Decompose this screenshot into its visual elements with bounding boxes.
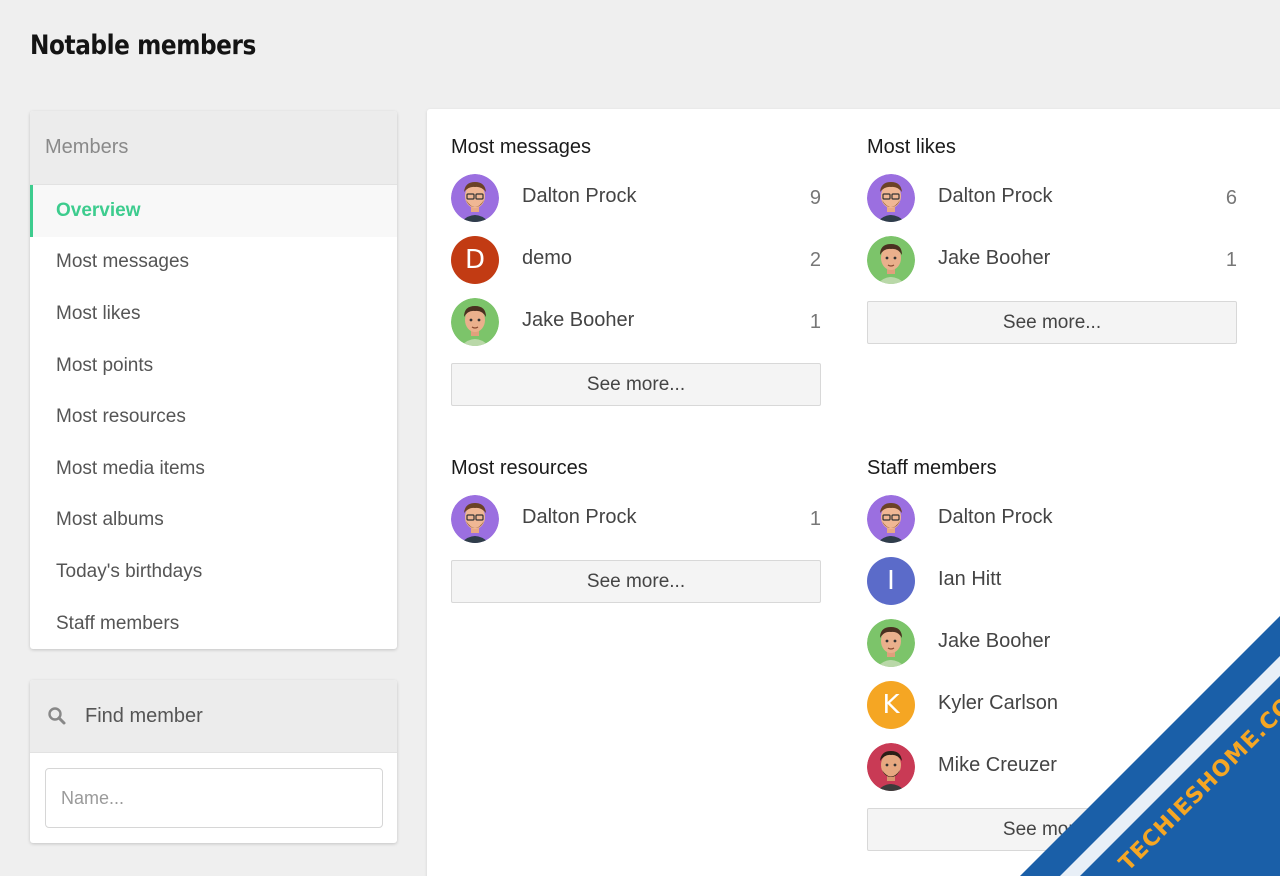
section-title: Staff members: [867, 457, 997, 479]
member-name-link[interactable]: Dalton Prock: [938, 506, 1053, 529]
member-name-link[interactable]: Dalton Prock: [522, 506, 637, 529]
member-count: 9: [809, 186, 821, 209]
avatar-mike-creuzer[interactable]: [867, 743, 915, 791]
find-member-title: Find member: [85, 704, 203, 727]
staff-members-section: Staff members Dalton Prock I Ian Hitt Ja…: [867, 457, 1237, 851]
member-name-link[interactable]: Dalton Prock: [938, 185, 1053, 208]
avatar-dalton-prock[interactable]: [451, 174, 499, 222]
avatar-jake-booher[interactable]: [867, 236, 915, 284]
nav-item-todays-birthdays[interactable]: Today's birthdays: [30, 546, 397, 598]
avatar-demo[interactable]: D: [451, 236, 499, 284]
member-row: Dalton Prock 6: [867, 167, 1237, 229]
find-member-input[interactable]: [45, 768, 383, 828]
member-count: 2: [809, 248, 821, 271]
member-name-link[interactable]: Ian Hitt: [938, 568, 1001, 591]
avatar-dalton-prock[interactable]: [451, 495, 499, 543]
nav-item-most-points[interactable]: Most points: [30, 340, 397, 392]
find-member-block: Find member: [30, 680, 397, 843]
nav-item-most-albums[interactable]: Most albums: [30, 495, 397, 547]
member-name-link[interactable]: Mike Creuzer: [938, 754, 1057, 777]
member-name-link[interactable]: Jake Booher: [522, 309, 634, 332]
members-nav-block: Members Overview Most messages Most like…: [30, 111, 397, 649]
see-more-button[interactable]: See more...: [867, 808, 1237, 851]
section-title: Most resources: [451, 457, 588, 479]
avatar-kyler-carlson[interactable]: K: [867, 681, 915, 729]
avatar-jake-booher[interactable]: [867, 619, 915, 667]
page-title: Notable members: [30, 30, 256, 61]
member-row: K Kyler Carlson: [867, 674, 1237, 736]
avatar-dalton-prock[interactable]: [867, 174, 915, 222]
most-likes-section: Most likes Dalton Prock 6 Jake Booher 1 …: [867, 136, 1237, 344]
avatar-letter: D: [464, 245, 486, 275]
member-count: 1: [1225, 248, 1237, 271]
member-row: Dalton Prock: [867, 488, 1237, 550]
nav-item-most-media-items[interactable]: Most media items: [30, 443, 397, 495]
nav-item-most-likes[interactable]: Most likes: [30, 288, 397, 340]
section-title: Most messages: [451, 136, 592, 158]
avatar-jake-booher[interactable]: [451, 298, 499, 346]
see-more-button[interactable]: See more...: [451, 363, 821, 406]
search-icon: [47, 706, 69, 726]
nav-item-most-messages[interactable]: Most messages: [30, 237, 397, 289]
nav-item-overview[interactable]: Overview: [30, 185, 397, 237]
find-member-header: Find member: [30, 680, 397, 753]
member-count: 1: [809, 507, 821, 530]
avatar-ian-hitt[interactable]: I: [867, 557, 915, 605]
see-more-button[interactable]: See more...: [867, 301, 1237, 344]
member-count: 1: [809, 310, 821, 333]
member-row: Dalton Prock 9: [451, 167, 821, 229]
member-row: Jake Booher: [867, 612, 1237, 674]
member-name-link[interactable]: Jake Booher: [938, 630, 1050, 653]
avatar-dalton-prock[interactable]: [867, 495, 915, 543]
nav-item-staff-members[interactable]: Staff members: [30, 598, 397, 649]
avatar-letter: K: [882, 690, 900, 720]
most-messages-section: Most messages Dalton Prock 9 D demo 2 Ja…: [451, 136, 821, 406]
member-row: Mike Creuzer: [867, 736, 1237, 798]
notable-members-panel: Most messages Dalton Prock 9 D demo 2 Ja…: [427, 109, 1280, 876]
see-more-button[interactable]: See more...: [451, 560, 821, 603]
member-name-link[interactable]: Dalton Prock: [522, 185, 637, 208]
member-row: Dalton Prock 1: [451, 488, 821, 550]
member-row: I Ian Hitt: [867, 550, 1237, 612]
member-row: Jake Booher 1: [451, 291, 821, 353]
member-name-link[interactable]: Kyler Carlson: [938, 692, 1058, 715]
members-nav-header: Members: [30, 111, 397, 185]
members-nav-list: Overview Most messages Most likes Most p…: [30, 185, 397, 649]
member-name-link[interactable]: demo: [522, 247, 572, 270]
section-title: Most likes: [867, 136, 956, 158]
member-name-link[interactable]: Jake Booher: [938, 247, 1050, 270]
member-row: D demo 2: [451, 229, 821, 291]
member-count: 6: [1225, 186, 1237, 209]
member-row: Jake Booher 1: [867, 229, 1237, 291]
most-resources-section: Most resources Dalton Prock 1 See more..…: [451, 457, 821, 603]
avatar-letter: I: [887, 566, 895, 596]
nav-item-most-resources[interactable]: Most resources: [30, 391, 397, 443]
